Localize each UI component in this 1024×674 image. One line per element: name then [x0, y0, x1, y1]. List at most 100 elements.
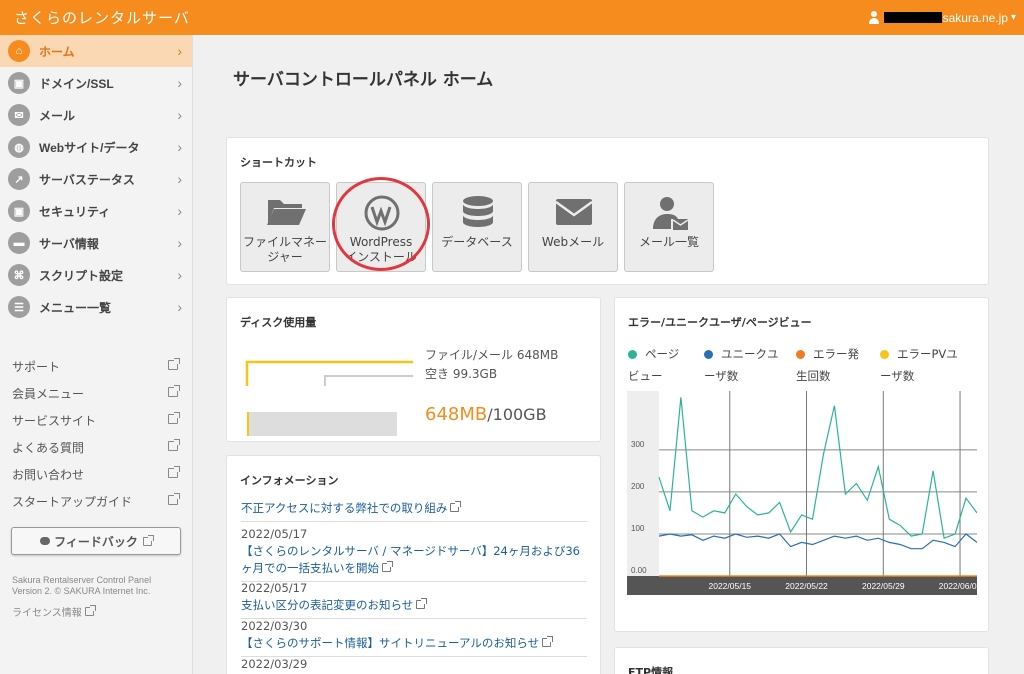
disk-used-value: 648MB — [425, 404, 488, 425]
x-tick-label: 2022/05/22 — [785, 581, 828, 591]
shortcut-database[interactable]: データベース — [432, 182, 522, 272]
feedback-button[interactable]: フィードバック — [11, 527, 181, 555]
external-link-icon — [542, 636, 554, 647]
ftp-info-card: FTP情報 — [614, 647, 989, 674]
legend-errors[interactable]: エラー発 生回数 — [796, 343, 859, 387]
link-faq[interactable]: よくある質問 — [0, 434, 192, 461]
shortcut-webmail[interactable]: Webメール — [528, 182, 618, 272]
external-link-icon — [168, 385, 180, 397]
sidebar-item-label: Webサイト/データ — [39, 140, 140, 155]
top-bar: さくらのレンタルサーバ sakura.ne.jp ▾ — [0, 0, 1024, 35]
y-tick-label: 0.00 — [631, 566, 647, 575]
disk-usage-card: ディスク使用量 ファイル/メール 648MB 空き 99.3GB 648MB/1… — [226, 297, 601, 442]
info-heading: インフォメーション — [240, 474, 339, 487]
user-mail-icon — [653, 197, 689, 230]
user-domain: sakura.ne.jp — [942, 10, 1008, 25]
legend-pageview[interactable]: ページ ビュー — [628, 343, 679, 387]
x-tick-label: 2022/06/05 — [939, 581, 977, 591]
shortcut-file-manager[interactable]: ファイルマネー ジャー — [240, 182, 330, 272]
external-link-icon — [168, 358, 180, 370]
legend-dot — [628, 350, 637, 359]
disk-capacity: /100GB — [487, 405, 547, 424]
disk-usage-graphic — [245, 360, 413, 436]
link-startup-guide[interactable]: スタートアップガイド — [0, 488, 192, 515]
home-icon: ⌂ — [8, 40, 30, 62]
external-link-icon — [168, 412, 180, 424]
chevron-right-icon: › — [177, 139, 182, 155]
sidebar-item-label: セキュリティ — [39, 204, 111, 219]
chat-bubble-icon — [40, 537, 51, 545]
sidebar-item-script-settings[interactable]: ⌘ スクリプト設定 › — [0, 259, 192, 291]
news-item: 2022/05/17 【さくらのレンタルサーバ / マネージドサーバ】24ヶ月お… — [241, 526, 587, 582]
y-tick-label: 100 — [631, 524, 645, 533]
sidebar: ⌂ ホーム › ▣ ドメイン/SSL › ✉ メール › ◍ Webサイト/データ › ↗ サーバ… — [0, 35, 193, 674]
sidebar-item-server-status[interactable]: ↗ サーバステータス › — [0, 163, 192, 195]
chevron-right-icon: › — [177, 299, 182, 315]
chevron-right-icon: › — [177, 75, 182, 91]
legend-error-pv-users[interactable]: エラーPVユ ーザ数 — [880, 343, 958, 387]
series-line — [658, 397, 977, 540]
sidebar-item-label: サーバステータス — [39, 172, 135, 187]
news-item: 2022/05/17 支払い区分の表記変更のお知らせ — [241, 580, 587, 619]
chevron-right-icon: › — [177, 235, 182, 251]
y-tick-label: 200 — [631, 482, 645, 491]
external-link-icon — [85, 605, 96, 616]
external-link-icon — [450, 501, 462, 512]
external-link-icon — [168, 439, 180, 451]
script-icon: ⌘ — [8, 264, 30, 286]
mail-icon: ✉ — [8, 104, 30, 126]
shortcut-mail-list[interactable]: メール一覧 — [624, 182, 714, 272]
external-links: サポート 会員メニュー サービスサイト よくある質問 お問い合わせ スタートアッ… — [0, 353, 192, 515]
chevron-right-icon: › — [177, 107, 182, 123]
news-item: 2022/03/30 【さくらのサポート情報】サイトリニューアルのお知らせ — [241, 618, 587, 657]
y-tick-label: 300 — [631, 440, 645, 449]
legend-unique-users[interactable]: ユニークユ ーザ数 — [704, 343, 779, 387]
information-card: インフォメーション 不正アクセスに対する弊社での取り組み 2022/05/17 … — [226, 455, 601, 674]
disk-legend-free: 空き 99.3GB — [425, 367, 498, 381]
sidebar-item-website-data[interactable]: ◍ Webサイト/データ › — [0, 131, 192, 163]
chevron-right-icon: › — [177, 267, 182, 283]
sidebar-item-label: ドメイン/SSL — [39, 76, 114, 91]
chevron-right-icon: › — [177, 203, 182, 219]
sidebar-item-security[interactable]: ▣ セキュリティ › — [0, 195, 192, 227]
disk-total: 648MB/100GB — [425, 404, 547, 425]
highlight-circle — [332, 177, 430, 271]
link-service-site[interactable]: サービスサイト — [0, 407, 192, 434]
folder-icon — [267, 200, 306, 225]
sidebar-item-home[interactable]: ⌂ ホーム › — [0, 35, 192, 67]
external-link-icon — [168, 466, 180, 478]
lock-icon: ▣ — [8, 72, 30, 94]
stats-chart-card: エラー/ユニークユーザ/ページビュー ページ ビュー ユニークユ ーザ数 エラー発生… — [614, 297, 989, 632]
envelope-icon — [555, 199, 593, 225]
copyright: Sakura Rentalserver Control Panel Version… — [12, 575, 152, 596]
sidebar-item-label: ホーム — [39, 44, 75, 59]
chart-heading: エラー/ユニークユーザ/ページビュー — [628, 316, 812, 329]
external-link-icon — [142, 534, 154, 546]
lock-icon: ▣ — [8, 200, 30, 222]
chart-icon: ↗ — [8, 168, 30, 190]
series-line — [658, 533, 977, 550]
sidebar-item-domain-ssl[interactable]: ▣ ドメイン/SSL › — [0, 67, 192, 99]
server-icon: ▬ — [8, 232, 30, 254]
chevron-down-icon: ▾ — [1010, 12, 1016, 23]
disk-used-bar — [247, 412, 249, 436]
ftp-heading: FTP情報 — [628, 666, 674, 674]
user-icon — [868, 11, 880, 24]
license-link[interactable]: ライセンス情報 — [12, 604, 192, 619]
legend-dot — [704, 350, 713, 359]
disk-free-bar — [247, 412, 397, 436]
external-link-icon — [382, 561, 393, 572]
link-contact[interactable]: お問い合わせ — [0, 461, 192, 488]
brand-title[interactable]: さくらのレンタルサーバ — [14, 7, 190, 28]
x-tick-label: 2022/05/15 — [708, 581, 751, 591]
x-tick-label: 2022/05/29 — [862, 581, 905, 591]
account-menu[interactable]: sakura.ne.jp ▾ — [868, 11, 1016, 25]
link-support[interactable]: サポート — [0, 353, 192, 380]
sidebar-item-server-info[interactable]: ▬ サーバ情報 › — [0, 227, 192, 259]
list-icon: ☰ — [8, 296, 30, 318]
sidebar-item-menu-list[interactable]: ☰ メニュー一覧 › — [0, 291, 192, 323]
link-member-menu[interactable]: 会員メニュー — [0, 380, 192, 407]
news-item: 不正アクセスに対する弊社での取り組み — [241, 500, 587, 522]
sidebar-item-label: メニュー一覧 — [39, 300, 112, 315]
sidebar-item-mail[interactable]: ✉ メール › — [0, 99, 192, 131]
